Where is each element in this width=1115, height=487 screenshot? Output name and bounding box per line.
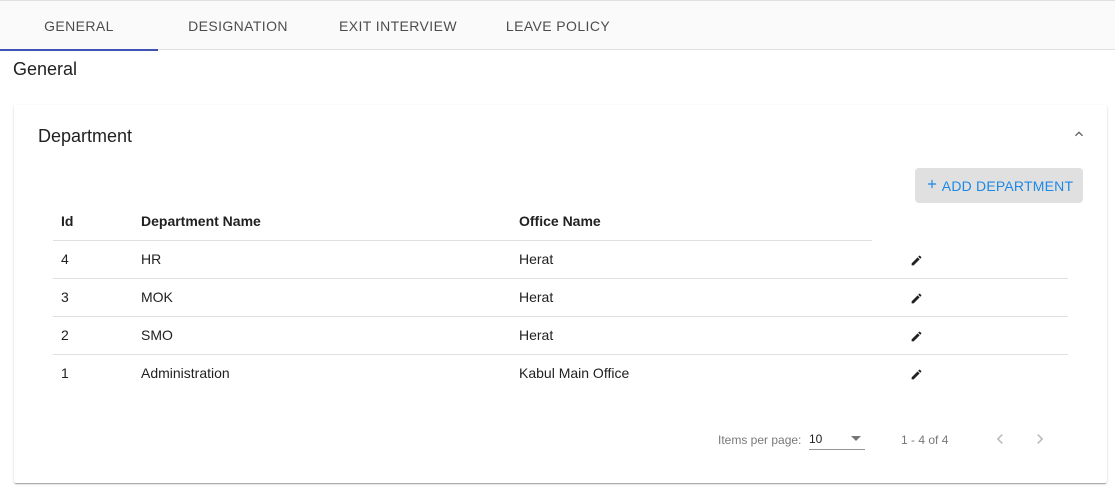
card-title: Department xyxy=(38,126,133,146)
tab-general[interactable]: GENERAL xyxy=(0,1,158,51)
table-row: 1 Administration Kabul Main Office xyxy=(53,354,1068,392)
pencil-icon[interactable] xyxy=(910,368,923,381)
items-per-page-label: Items per page: xyxy=(718,433,802,447)
cell-office-name: Herat xyxy=(511,240,872,279)
page-range-label: 1 - 4 of 4 xyxy=(901,433,949,447)
cell-actions xyxy=(872,316,1068,355)
column-header-id: Id xyxy=(53,202,133,241)
pencil-icon[interactable] xyxy=(910,330,923,343)
column-header-actions xyxy=(872,202,1068,240)
column-header-office-name: Office Name xyxy=(511,202,872,241)
add-department-label: ADD DEPARTMENT xyxy=(941,177,1074,194)
tab-leave-policy[interactable]: LEAVE POLICY xyxy=(478,1,638,50)
cell-actions xyxy=(872,278,1068,317)
tab-bar: GENERAL DESIGNATION EXIT INTERVIEW LEAVE… xyxy=(0,0,1115,51)
cell-id: 4 xyxy=(53,240,133,279)
cell-department-name: SMO xyxy=(133,316,511,355)
table-row: 3 MOK Herat xyxy=(53,278,1068,317)
table-row: 2 SMO Herat xyxy=(53,316,1068,355)
cell-actions xyxy=(872,240,1068,279)
page-size-value: 10 xyxy=(809,432,823,446)
chevron-right-icon[interactable] xyxy=(1030,429,1050,449)
tab-exit-interview[interactable]: EXIT INTERVIEW xyxy=(318,1,478,50)
cell-department-name: Administration xyxy=(141,365,230,382)
add-department-button[interactable]: ADD DEPARTMENT xyxy=(915,168,1083,203)
column-header-department-name: Department Name xyxy=(133,202,511,241)
cell-id: 3 xyxy=(53,278,133,317)
cell-id: 1 xyxy=(61,365,69,382)
department-card: Department ADD DEPARTMENT Id Department … xyxy=(14,105,1107,483)
cell-office-name: Kabul Main Office xyxy=(519,365,630,382)
chevron-left-icon[interactable] xyxy=(990,429,1010,449)
cell-office-name: Herat xyxy=(511,316,872,355)
section-title: General xyxy=(13,59,78,79)
plus-icon xyxy=(925,177,939,194)
chevron-up-icon[interactable] xyxy=(1071,126,1087,142)
paginator: Items per page: 10 1 - 4 of 4 xyxy=(718,426,1078,452)
department-table: Id Department Name Office Name 4 HR Hera… xyxy=(53,202,1068,392)
tab-designation[interactable]: DESIGNATION xyxy=(158,1,318,50)
cell-actions xyxy=(872,354,1068,392)
page-size-select[interactable]: 10 xyxy=(809,426,865,450)
cell-department-name: MOK xyxy=(133,278,511,317)
dropdown-arrow-icon xyxy=(851,436,861,441)
table-row: 4 HR Herat xyxy=(53,240,1068,279)
table-header-row: Id Department Name Office Name xyxy=(53,202,1068,241)
cell-office-name: Herat xyxy=(511,278,872,317)
pencil-icon[interactable] xyxy=(910,254,923,267)
pencil-icon[interactable] xyxy=(910,292,923,305)
cell-department-name: HR xyxy=(133,240,511,279)
cell-id: 2 xyxy=(53,316,133,355)
